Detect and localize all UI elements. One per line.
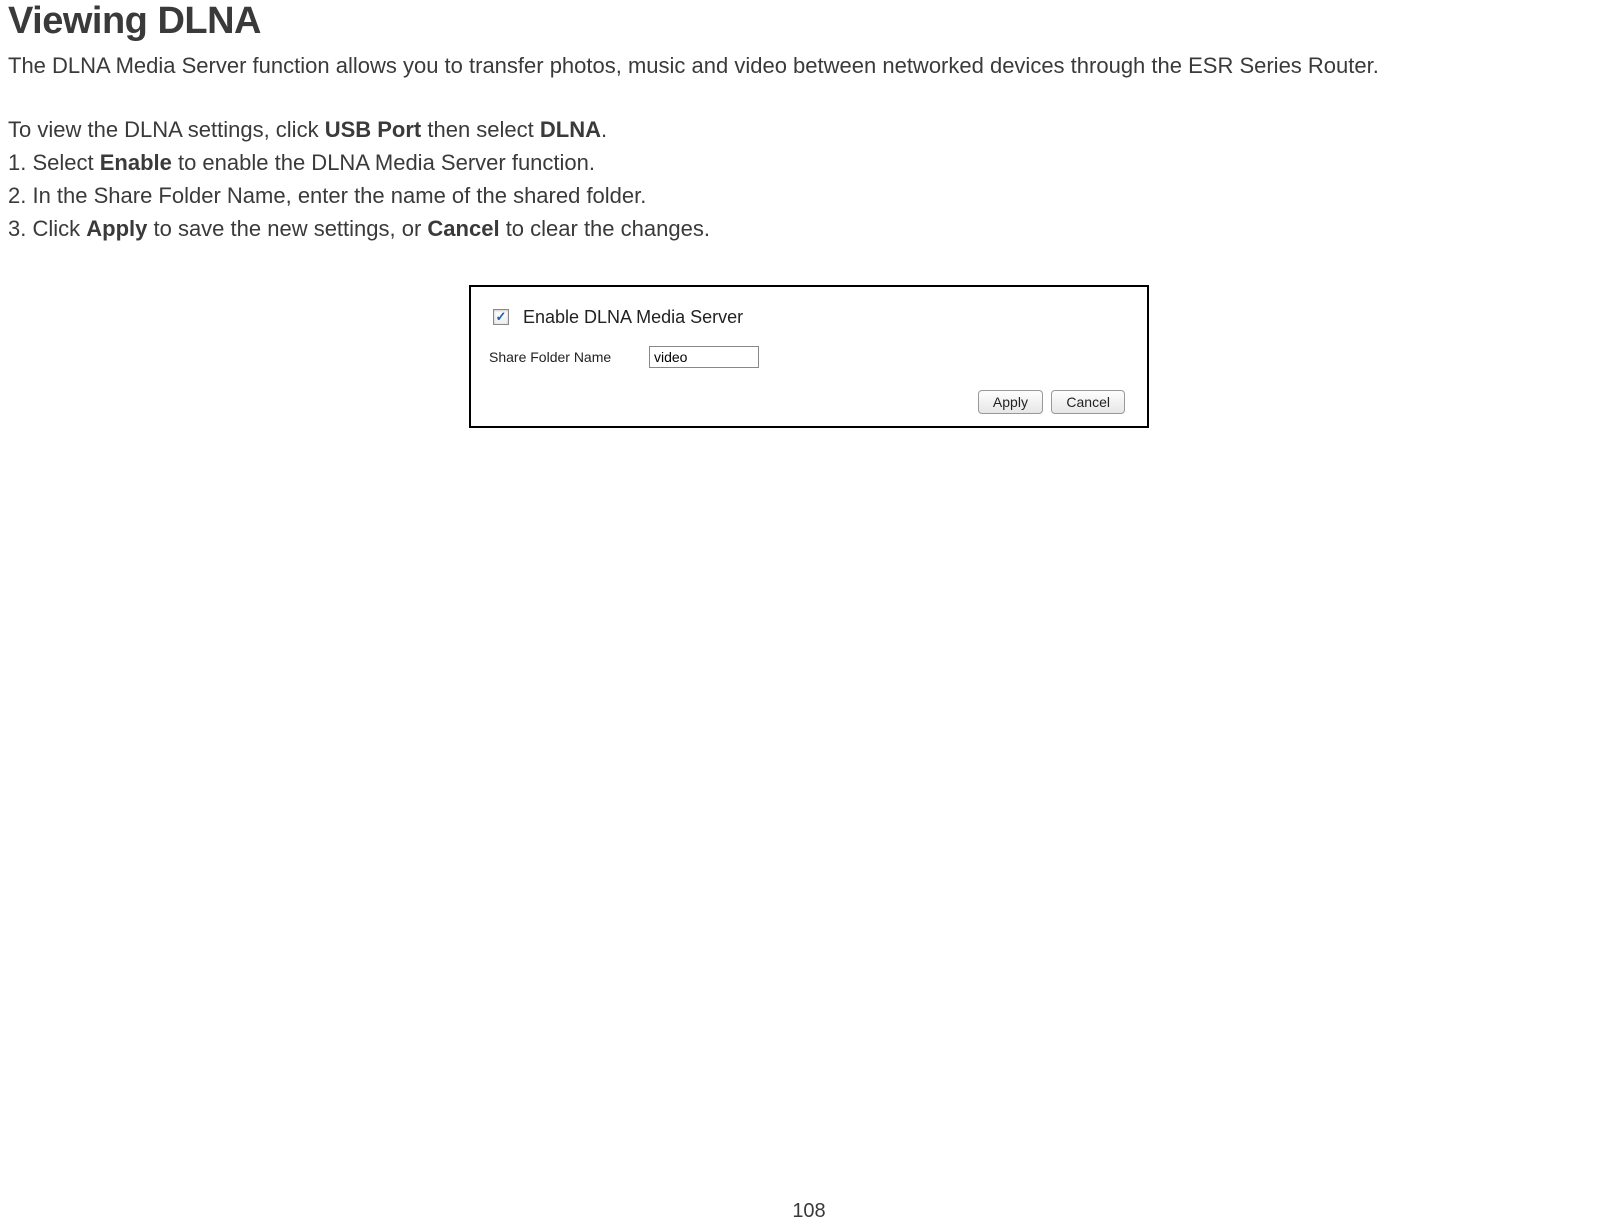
step3-prefix: 3. Click — [8, 216, 86, 241]
checkmark-icon: ✓ — [496, 310, 507, 323]
settings-panel: ✓ Enable DLNA Media Server Share Folder … — [469, 285, 1149, 428]
view-settings-prefix: To view the DLNA settings, click — [8, 117, 325, 142]
step1-suffix: to enable the DLNA Media Server function… — [172, 150, 595, 175]
dlna-bold: DLNA — [540, 117, 601, 142]
intro-text: The DLNA Media Server function allows yo… — [8, 51, 1610, 81]
step-2: 2. In the Share Folder Name, enter the n… — [8, 179, 1610, 212]
view-settings-instruction: To view the DLNA settings, click USB Por… — [8, 113, 1610, 146]
enable-dlna-label: Enable DLNA Media Server — [523, 307, 743, 328]
page-title: Viewing DLNA — [8, 0, 1610, 43]
share-folder-label: Share Folder Name — [489, 349, 649, 365]
step3-bold1: Apply — [86, 216, 147, 241]
view-settings-suffix: . — [601, 117, 607, 142]
step3-suffix: to clear the changes. — [500, 216, 710, 241]
share-folder-input[interactable] — [649, 346, 759, 368]
apply-button[interactable]: Apply — [978, 390, 1043, 414]
step3-mid: to save the new settings, or — [147, 216, 427, 241]
enable-dlna-checkbox[interactable]: ✓ — [493, 309, 509, 325]
cancel-button[interactable]: Cancel — [1051, 390, 1125, 414]
page-number: 108 — [792, 1200, 825, 1223]
step-1: 1. Select Enable to enable the DLNA Medi… — [8, 146, 1610, 179]
step1-prefix: 1. Select — [8, 150, 100, 175]
step1-bold: Enable — [100, 150, 172, 175]
share-folder-row: Share Folder Name — [489, 346, 1129, 368]
panel-button-row: Apply Cancel — [489, 390, 1129, 414]
view-settings-mid: then select — [421, 117, 540, 142]
step-3: 3. Click Apply to save the new settings,… — [8, 212, 1610, 245]
usb-port-bold: USB Port — [325, 117, 422, 142]
step3-bold2: Cancel — [427, 216, 499, 241]
enable-dlna-row: ✓ Enable DLNA Media Server — [489, 307, 1129, 328]
